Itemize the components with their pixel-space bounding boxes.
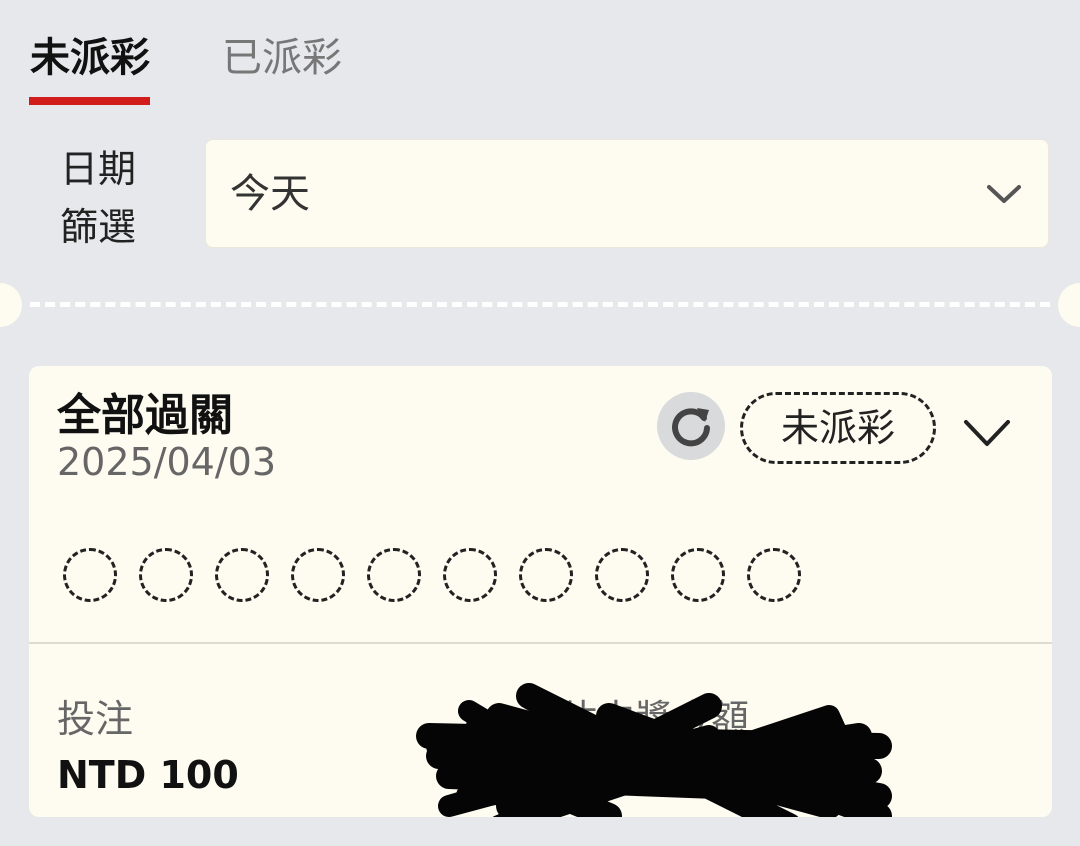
selection-slot: [367, 548, 421, 602]
date-filter-select[interactable]: 今天: [205, 139, 1049, 248]
selection-slot: [595, 548, 649, 602]
bet-date: 2025/04/03: [57, 440, 277, 484]
card-divider: [29, 642, 1052, 644]
bet-type-title: 全部過關: [57, 390, 233, 441]
status-badge: 未派彩: [740, 392, 936, 464]
refresh-button[interactable]: [657, 392, 725, 460]
date-filter-label: 日期 篩選: [60, 140, 150, 256]
stake-label: 投注: [57, 697, 134, 741]
selection-slot: [443, 548, 497, 602]
chevron-down-icon[interactable]: [962, 416, 1012, 450]
selection-slot: [671, 548, 725, 602]
tab-settled[interactable]: 已派彩: [222, 30, 342, 86]
bet-status-tabs: 未派彩 已派彩: [0, 0, 1080, 110]
divider-notch-left: [0, 283, 22, 327]
date-filter-value: 今天: [230, 171, 310, 217]
chevron-down-icon: [987, 185, 1021, 203]
selection-slot: [215, 548, 269, 602]
stake-value: NTD 100: [57, 753, 239, 797]
selection-slot: [747, 548, 801, 602]
date-filter-label-line1: 日期: [60, 147, 137, 191]
redaction-scribble: [416, 683, 892, 817]
selection-slot: [63, 548, 117, 602]
section-divider: [0, 280, 1080, 330]
divider-dashed-line: [30, 302, 1050, 307]
bet-card: 全部過關 2025/04/03 未派彩 投注 NTD 100 預估中獎金額: [29, 366, 1052, 817]
selection-slot: [291, 548, 345, 602]
divider-notch-right: [1058, 283, 1080, 327]
active-tab-indicator: [29, 97, 150, 105]
selection-slot: [139, 548, 193, 602]
tab-unsettled[interactable]: 未派彩: [30, 30, 150, 86]
selection-slot: [519, 548, 573, 602]
refresh-icon: [672, 408, 710, 447]
date-filter-label-line2: 篩選: [60, 205, 137, 249]
